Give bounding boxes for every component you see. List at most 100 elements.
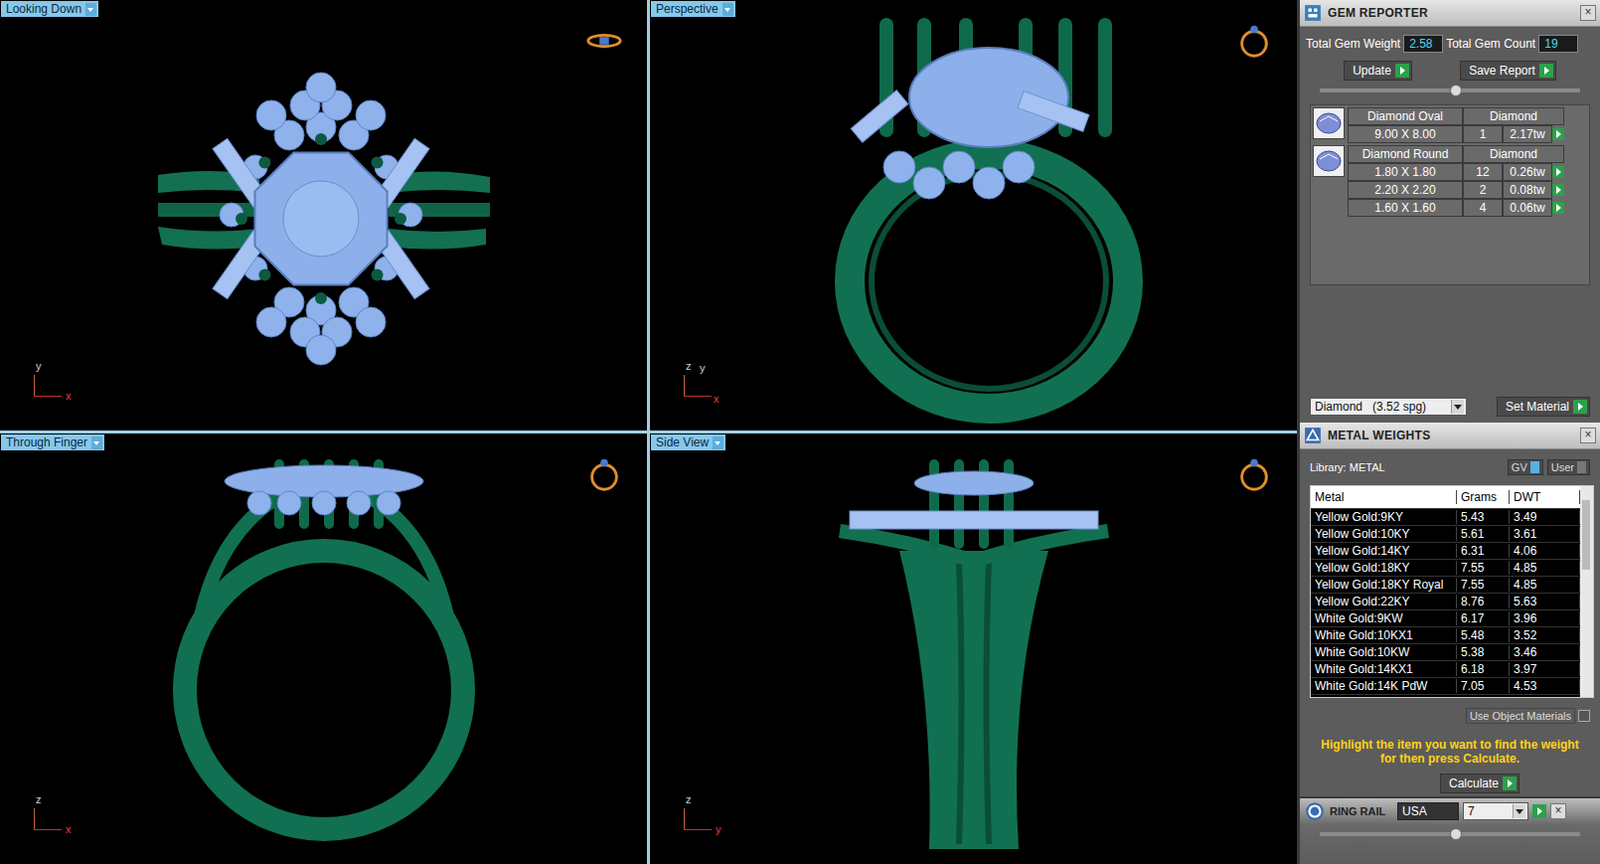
dropdown-icon bbox=[1450, 399, 1464, 414]
dropdown-icon[interactable] bbox=[91, 436, 103, 450]
go-icon[interactable] bbox=[1532, 803, 1547, 818]
axis-line bbox=[33, 374, 35, 397]
table-row[interactable]: Yellow Gold:18KY7.554.85 bbox=[1310, 559, 1581, 577]
table-row[interactable]: Yellow Gold:10KY5.613.61 bbox=[1310, 525, 1581, 543]
total-count-field: 19 bbox=[1538, 34, 1579, 53]
gem-table: Diamond OvalDiamond9.00 X 8.0012.17twDia… bbox=[1309, 104, 1591, 286]
material-row: Diamond (3.52 spg) Set Material bbox=[1299, 396, 1600, 417]
orientation-ring-icon bbox=[1235, 455, 1274, 493]
action-button[interactable]: Update bbox=[1343, 60, 1413, 81]
table-row[interactable]: White Gold:10KX15.483.52 bbox=[1310, 627, 1581, 644]
go-icon[interactable] bbox=[1552, 183, 1565, 196]
axis-label: x bbox=[65, 390, 72, 402]
gem-report-icon bbox=[1303, 3, 1322, 22]
table-row[interactable]: White Gold:14KX16.183.97 bbox=[1310, 660, 1581, 678]
viewport[interactable]: Through Finger zx bbox=[0, 433, 647, 864]
calculate-button[interactable]: Calculate bbox=[1440, 773, 1520, 794]
table-row[interactable]: Yellow Gold:14KY6.314.06 bbox=[1310, 542, 1581, 560]
close-button[interactable]: × bbox=[1550, 802, 1567, 819]
report-buttons: Update Save Report bbox=[1299, 60, 1600, 81]
ring-size-select[interactable]: 7 bbox=[1462, 801, 1529, 820]
axis-line bbox=[683, 374, 685, 397]
action-button[interactable]: Save Report bbox=[1459, 60, 1557, 81]
go-icon bbox=[1395, 63, 1410, 78]
ring-model[interactable] bbox=[660, 441, 1287, 857]
hint-text: Highlight the item you want to find the … bbox=[1299, 727, 1600, 770]
ring-model[interactable] bbox=[10, 7, 638, 424]
axis-label: x bbox=[65, 823, 72, 835]
axis-indicator: zyx bbox=[683, 360, 724, 397]
gem-row[interactable]: 1.60 X 1.6040.06tw bbox=[1347, 198, 1588, 217]
orientation-ring-icon bbox=[585, 455, 624, 493]
ring-icon bbox=[1303, 800, 1326, 822]
library-toggle[interactable]: GV bbox=[1507, 459, 1544, 476]
metal-table: MetalGramsDWTYellow Gold:9KY5.433.49Yell… bbox=[1309, 484, 1595, 698]
use-object-materials[interactable]: Use Object Materials bbox=[1299, 701, 1600, 724]
axis-indicator: yx bbox=[33, 360, 74, 397]
axis-indicator: zx bbox=[33, 794, 74, 830]
title-bar[interactable]: GEM REPORTER× bbox=[1299, 0, 1600, 27]
ring-model[interactable] bbox=[10, 441, 638, 857]
gem-group[interactable]: Diamond RoundDiamond1.80 X 1.80120.26tw2… bbox=[1312, 145, 1588, 217]
go-icon[interactable] bbox=[1552, 201, 1565, 214]
viewport-menu[interactable]: Side View bbox=[650, 434, 726, 451]
scrollbar[interactable] bbox=[1580, 485, 1594, 697]
axis-line bbox=[683, 807, 685, 830]
table-row[interactable]: Yellow Gold:22KY8.765.63 bbox=[1310, 593, 1581, 611]
orientation-ring-icon bbox=[585, 21, 624, 60]
viewport-menu[interactable]: Looking Down bbox=[0, 0, 99, 17]
library-row: Library: METALGVUser bbox=[1299, 453, 1600, 478]
dropdown-icon[interactable] bbox=[85, 2, 97, 16]
viewport[interactable]: Side Viewzy bbox=[649, 433, 1297, 864]
checkbox[interactable] bbox=[1578, 709, 1591, 722]
side-panel: GEM REPORTER×Total Gem Weight2.58Total G… bbox=[1296, 0, 1600, 864]
library-toggle[interactable]: User bbox=[1547, 459, 1591, 476]
viewport[interactable]: Perspectivezyx bbox=[649, 0, 1297, 431]
toggle-switch[interactable] bbox=[1530, 461, 1540, 474]
go-icon bbox=[1539, 63, 1554, 78]
scale-icon bbox=[1303, 426, 1322, 445]
slider[interactable] bbox=[1319, 831, 1581, 836]
table-row[interactable]: Yellow Gold:18KY Royal7.554.85 bbox=[1310, 576, 1581, 594]
axis-indicator: zy bbox=[683, 794, 724, 830]
toggle-switch[interactable] bbox=[1577, 461, 1587, 474]
dropdown-icon[interactable] bbox=[712, 436, 724, 450]
axis-label: x bbox=[713, 393, 720, 405]
gem-thumbnail-icon bbox=[1312, 107, 1345, 140]
gem-row[interactable]: 9.00 X 8.0012.17tw bbox=[1347, 125, 1588, 144]
ring-rail: RING RAILUSA7× bbox=[1299, 796, 1600, 864]
title-bar[interactable]: METAL WEIGHTS× bbox=[1299, 422, 1600, 450]
table-row[interactable]: White Gold:10KW5.383.46 bbox=[1310, 643, 1581, 661]
gem-reporter: GEM REPORTER×Total Gem Weight2.58Total G… bbox=[1299, 0, 1600, 423]
close-button[interactable]: × bbox=[1580, 427, 1597, 444]
size-standard-field[interactable]: USA bbox=[1397, 801, 1459, 820]
axis-label: z bbox=[685, 360, 692, 372]
go-icon[interactable] bbox=[1552, 128, 1565, 141]
gem-row[interactable]: 2.20 X 2.2020.08tw bbox=[1347, 180, 1588, 199]
axis-label: y bbox=[699, 362, 706, 374]
axis-label: z bbox=[685, 794, 692, 805]
close-button[interactable]: × bbox=[1580, 4, 1597, 21]
material-select[interactable]: Diamond (3.52 spg) bbox=[1309, 397, 1467, 416]
gem-thumbnail-icon bbox=[1312, 145, 1345, 177]
set-material-button[interactable]: Set Material bbox=[1496, 396, 1591, 417]
ring-model[interactable] bbox=[660, 7, 1287, 424]
go-icon bbox=[1573, 399, 1588, 414]
table-row[interactable]: White Gold:9KW6.173.96 bbox=[1310, 610, 1581, 628]
axis-label: y bbox=[715, 823, 722, 835]
viewport-menu[interactable]: Through Finger bbox=[0, 434, 105, 451]
table-row[interactable]: Yellow Gold:9KY5.433.49 bbox=[1310, 508, 1581, 526]
viewport[interactable]: Looking Down yx bbox=[0, 0, 647, 431]
dropdown-icon[interactable] bbox=[722, 2, 734, 16]
gem-group[interactable]: Diamond OvalDiamond9.00 X 8.0012.17tw bbox=[1312, 107, 1588, 144]
viewport-menu[interactable]: Perspective bbox=[650, 0, 736, 17]
go-icon[interactable] bbox=[1552, 165, 1565, 178]
slider[interactable] bbox=[1319, 88, 1581, 93]
metal-weights: METAL WEIGHTS× Library: METALGVUser MetalG… bbox=[1299, 422, 1600, 797]
axis-line bbox=[683, 828, 712, 830]
table-header: MetalGramsDWT bbox=[1310, 485, 1581, 509]
axis-line bbox=[683, 395, 712, 397]
gem-row[interactable]: 1.80 X 1.80120.26tw bbox=[1347, 162, 1588, 181]
table-row[interactable]: White Gold:14K PdW7.054.53 bbox=[1310, 677, 1581, 695]
axis-line bbox=[33, 807, 35, 830]
